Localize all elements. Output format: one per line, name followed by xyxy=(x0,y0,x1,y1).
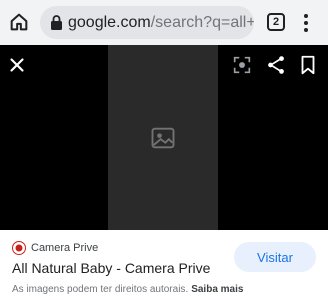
browser-toolbar: google.com/search?q=all+r 2 xyxy=(0,0,328,45)
visit-button[interactable]: Visitar xyxy=(234,242,316,272)
url-host: google.com xyxy=(68,14,151,31)
tabs-icon[interactable]: 2 xyxy=(267,13,285,31)
bookmark-icon[interactable] xyxy=(297,54,319,76)
url-path: /search?q=all+r xyxy=(150,14,254,31)
learn-more-link[interactable]: Saiba mais xyxy=(191,284,243,295)
copyright-text: As imagens podem ter direitos autorais. xyxy=(12,284,189,295)
share-icon[interactable] xyxy=(265,54,287,76)
home-icon[interactable] xyxy=(8,11,30,33)
site-favicon-icon xyxy=(12,241,26,255)
lock-icon xyxy=(51,15,62,30)
source-row[interactable]: Camera Prive xyxy=(12,240,98,256)
lens-icon[interactable] xyxy=(231,54,253,76)
media-placeholder[interactable] xyxy=(108,45,218,230)
result-details: Camera Prive All Natural Baby - Camera P… xyxy=(0,230,328,300)
copyright-notice: As imagens podem ter direitos autorais. S… xyxy=(12,284,243,295)
image-viewer xyxy=(0,45,328,230)
tab-count: 2 xyxy=(272,16,280,28)
image-placeholder-icon xyxy=(151,127,175,148)
address-bar[interactable]: google.com/search?q=all+r xyxy=(40,6,254,39)
menu-icon[interactable] xyxy=(300,12,312,34)
source-name: Camera Prive xyxy=(31,242,99,254)
close-icon[interactable] xyxy=(6,54,28,76)
result-title[interactable]: All Natural Baby - Camera Prive xyxy=(12,260,210,276)
